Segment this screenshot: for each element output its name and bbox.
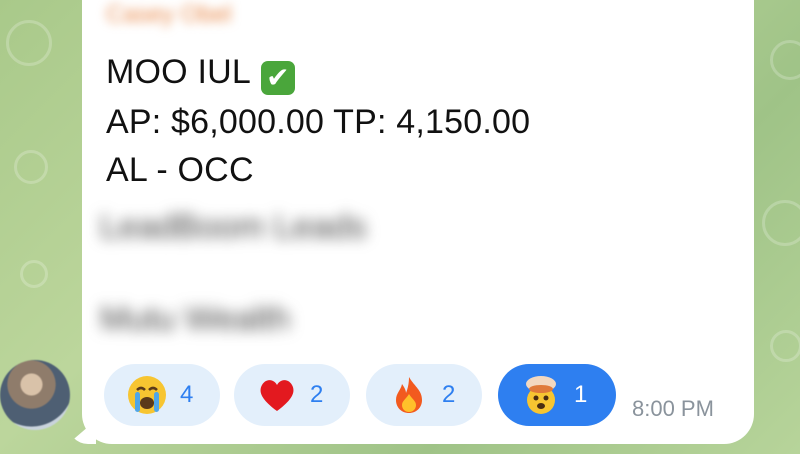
wallpaper-doodle: [762, 200, 800, 246]
reaction-crying[interactable]: 4: [104, 364, 220, 426]
blurred-text: LeadBoom Leads: [100, 208, 367, 246]
message-text: MOO IUL: [106, 53, 251, 91]
reaction-fire[interactable]: 2: [366, 364, 482, 426]
blurred-text: Mutu Wealth: [100, 300, 291, 338]
reaction-exploding-head[interactable]: 1: [498, 364, 616, 426]
reaction-heart[interactable]: 2: [234, 364, 350, 426]
check-mark-icon: ✔: [260, 61, 295, 95]
crying-face-icon: [126, 374, 168, 416]
wallpaper-doodle: [770, 330, 800, 362]
wallpaper-doodle: [770, 40, 800, 80]
message-line-1: MOO IUL ✔: [106, 52, 295, 95]
reaction-count: 2: [310, 381, 324, 408]
wallpaper-doodle: [14, 150, 48, 184]
red-heart-icon: [256, 374, 298, 416]
exploding-head-icon: [520, 374, 562, 416]
avatar[interactable]: [0, 360, 70, 430]
reaction-count: 2: [442, 381, 456, 408]
wallpaper-doodle: [6, 20, 52, 66]
sender-name[interactable]: Casey Obel: [106, 0, 286, 30]
reaction-count: 4: [180, 381, 194, 408]
message-timestamp: 8:00 PM: [632, 396, 714, 421]
fire-icon: [388, 374, 430, 416]
reaction-count: 1: [574, 381, 588, 408]
wallpaper-doodle: [20, 260, 48, 288]
message-line-3: AL - OCC: [106, 151, 254, 189]
message-line-2: AP: $6,000.00 TP: 4,150.00: [106, 103, 531, 141]
